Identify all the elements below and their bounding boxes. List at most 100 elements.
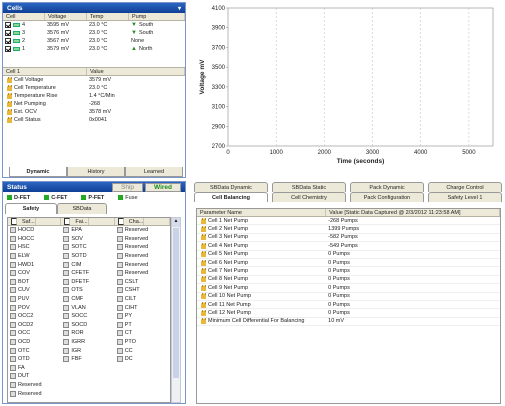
cells-col-pump[interactable]: Pump <box>129 13 185 20</box>
cell-checkbox[interactable] <box>5 46 11 52</box>
tab-history[interactable]: History <box>67 167 125 177</box>
flag-checkbox[interactable] <box>10 356 16 363</box>
flag-checkbox[interactable] <box>116 304 123 311</box>
safety-scrollbar[interactable]: ▲ <box>171 217 181 403</box>
flag-checkbox[interactable] <box>116 313 123 320</box>
flag-checkbox[interactable] <box>63 278 70 285</box>
header-checkbox-3[interactable] <box>117 218 124 225</box>
tab-top-1[interactable]: SBData Static <box>272 182 346 192</box>
header-checkbox-2[interactable] <box>64 218 71 225</box>
flag-checkbox[interactable] <box>10 278 16 285</box>
cell-checkbox[interactable] <box>5 38 11 44</box>
param-row[interactable]: Cell 8 Net Pump 0 Pumps <box>197 276 500 285</box>
flag-checkbox[interactable] <box>116 253 123 260</box>
cells-col-temp[interactable]: Temp <box>87 13 129 20</box>
flag-checkbox[interactable] <box>10 381 16 388</box>
flag-checkbox[interactable] <box>116 270 123 277</box>
flag-checkbox[interactable] <box>10 227 16 234</box>
flag-checkbox[interactable] <box>10 330 16 337</box>
flag-checkbox[interactable] <box>10 261 16 268</box>
cells-col-cell[interactable]: Cell <box>3 13 45 20</box>
flag-checkbox[interactable] <box>63 347 70 354</box>
flag-checkbox[interactable] <box>63 330 70 337</box>
charge-col-header[interactable]: Cha... <box>126 218 145 225</box>
flag-checkbox[interactable] <box>10 235 16 242</box>
flag-checkbox[interactable] <box>116 339 123 346</box>
flag-checkbox[interactable] <box>116 356 123 363</box>
flag-checkbox[interactable] <box>63 296 70 303</box>
flag-checkbox[interactable] <box>116 287 123 294</box>
flag-checkbox[interactable] <box>10 253 16 260</box>
tab-top-2[interactable]: Pack Dynamic <box>350 182 424 192</box>
flag-checkbox[interactable] <box>63 356 70 363</box>
tab-learned[interactable]: Learned <box>125 167 183 177</box>
flag-checkbox[interactable] <box>10 364 16 371</box>
tab-top-3[interactable]: Charge Control <box>428 182 502 192</box>
param-col-value[interactable]: Value [Static Data Captured @ 2/3/2012 1… <box>326 209 500 216</box>
scroll-up-icon[interactable]: ▲ <box>172 218 180 227</box>
flag-checkbox[interactable] <box>63 339 70 346</box>
flag-checkbox[interactable] <box>63 235 70 242</box>
flag-checkbox[interactable] <box>63 304 70 311</box>
flag-checkbox[interactable] <box>10 304 16 311</box>
param-row[interactable]: Cell 6 Net Pump 0 Pumps <box>197 259 500 268</box>
flag-checkbox[interactable] <box>116 330 123 337</box>
param-row[interactable]: Cell 7 Net Pump 0 Pumps <box>197 267 500 276</box>
ship-button[interactable]: Ship <box>111 182 143 192</box>
flag-checkbox[interactable] <box>10 390 16 397</box>
tab-bottom-1[interactable]: Cell Chemistry <box>272 192 346 202</box>
flag-checkbox[interactable] <box>10 270 16 277</box>
cell-row[interactable]: 2 3567 mV 23.0 °C None <box>3 37 185 45</box>
flag-checkbox[interactable] <box>63 321 70 328</box>
flag-checkbox[interactable] <box>63 287 70 294</box>
cell-row[interactable]: 4 3595 mV 23.0 °C ▼ South <box>3 21 185 29</box>
flag-checkbox[interactable] <box>63 253 70 260</box>
cells-col-voltage[interactable]: Voltage <box>45 13 87 20</box>
param-row[interactable]: Cell 4 Net Pump -549 Pumps <box>197 242 500 251</box>
tab-top-0[interactable]: SBData Dynamic <box>194 182 268 192</box>
flag-checkbox[interactable] <box>10 373 16 380</box>
tab-safety[interactable]: Safety <box>5 203 57 214</box>
flag-checkbox[interactable] <box>10 347 16 354</box>
flag-checkbox[interactable] <box>116 321 123 328</box>
flag-checkbox[interactable] <box>10 313 16 320</box>
param-row[interactable]: Cell 2 Net Pump 1399 Pumps <box>197 225 500 234</box>
tab-bottom-3[interactable]: Safety Level 1 <box>428 192 502 202</box>
flag-checkbox[interactable] <box>116 244 123 251</box>
param-row[interactable]: Cell 3 Net Pump -582 Pumps <box>197 234 500 243</box>
flag-checkbox[interactable] <box>63 244 70 251</box>
flag-checkbox[interactable] <box>10 296 16 303</box>
flag-checkbox[interactable] <box>63 227 70 234</box>
param-row[interactable]: Minimum Cell Differential For Balancing 1… <box>197 318 500 327</box>
param-row[interactable]: Cell 5 Net Pump 0 Pumps <box>197 251 500 259</box>
flag-checkbox[interactable] <box>116 296 123 303</box>
tab-bottom-0[interactable]: Cell Balancing <box>194 192 268 202</box>
cell-checkbox[interactable] <box>5 22 11 28</box>
flag-checkbox[interactable] <box>10 339 16 346</box>
param-row[interactable]: Cell 11 Net Pump 0 Pumps <box>197 301 500 310</box>
param-row[interactable]: Cell 9 Net Pump 0 Pumps <box>197 284 500 293</box>
flag-checkbox[interactable] <box>116 235 123 242</box>
cell-detail-col-name[interactable]: Cell 1 <box>3 68 87 75</box>
wired-button[interactable]: Wired <box>145 182 181 192</box>
header-checkbox-1[interactable] <box>11 218 17 225</box>
tab-dynamic[interactable]: Dynamic <box>9 167 67 177</box>
cell-checkbox[interactable] <box>5 30 11 36</box>
flag-checkbox[interactable] <box>63 270 70 277</box>
flag-checkbox[interactable] <box>10 287 16 294</box>
flag-checkbox[interactable] <box>63 313 70 320</box>
tab-sbdata[interactable]: SBData <box>57 203 107 214</box>
collapse-icon[interactable]: ▾ <box>178 5 181 12</box>
flag-checkbox[interactable] <box>116 278 123 285</box>
flag-checkbox[interactable] <box>116 261 123 268</box>
flag-checkbox[interactable] <box>10 244 16 251</box>
fail-col-header[interactable]: Fai... <box>72 218 89 225</box>
param-row[interactable]: Cell 12 Net Pump 0 Pumps <box>197 309 500 318</box>
cell-row[interactable]: 1 3579 mV 23.0 °C ▲ North <box>3 45 185 53</box>
flag-checkbox[interactable] <box>116 347 123 354</box>
flag-checkbox[interactable] <box>63 261 70 268</box>
param-row[interactable]: Cell 10 Net Pump 0 Pumps <box>197 293 500 301</box>
flag-checkbox[interactable] <box>116 227 123 234</box>
scroll-thumb[interactable] <box>173 228 179 378</box>
safety-col-header[interactable]: Saf... <box>19 218 36 225</box>
